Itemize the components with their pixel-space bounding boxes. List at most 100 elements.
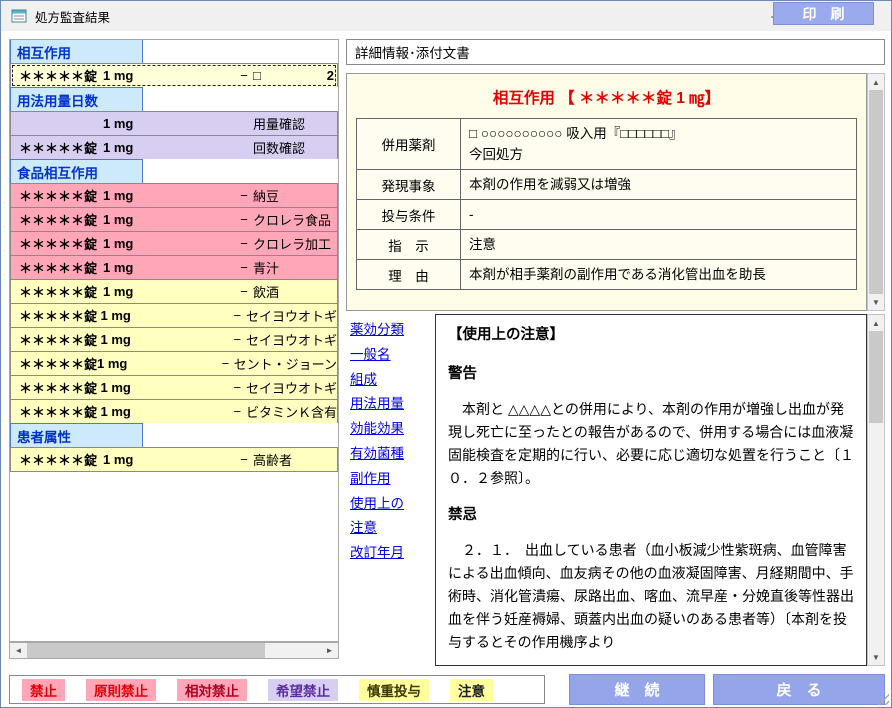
dash-separator: − — [235, 452, 253, 467]
continue-button[interactable]: 継 続 — [569, 674, 705, 705]
doc-link[interactable]: 改訂年月 — [350, 541, 434, 566]
doc-link[interactable]: 使用上の — [350, 492, 434, 517]
detail-row-value: □ ○○○○○○○○○○ 吸入用『□□□□□□』 今回処方 — [461, 119, 856, 169]
document-body: 警告本剤と △△△△との併用により、本剤の作用が増強し出血が発現し死亡に至ったと… — [448, 363, 854, 654]
drug-dose: 1 mg — [103, 260, 235, 275]
drug-name: ＊＊＊＊＊錠 — [11, 210, 103, 229]
row-extra-value: 2 — [327, 68, 337, 83]
result-row[interactable]: ＊＊＊＊＊錠1 mg−クロレラ食品 — [10, 207, 338, 232]
dash-separator: − — [235, 236, 253, 251]
drug-dose: 1 mg — [97, 356, 217, 371]
detail-row-label: 理 由 — [357, 260, 461, 289]
drug-name: ＊＊＊＊＊錠 — [11, 282, 103, 301]
result-row[interactable]: ＊＊＊＊＊錠1 mg−クロレラ加工 — [10, 231, 338, 256]
detail-header-label: 詳細情報･添付文書 — [347, 42, 470, 62]
audit-result-list-panel: 相互作用＊＊＊＊＊錠1 mg−□2用法用量日数1 mg用量確認＊＊＊＊＊錠1 m… — [9, 39, 339, 642]
detail-row: 投与条件- — [356, 199, 857, 230]
detail-row: 発現事象本剤の作用を減弱又は増強 — [356, 169, 857, 200]
drug-dose: 1 mg — [103, 236, 235, 251]
drug-name: ＊＊＊＊＊錠 — [11, 186, 103, 205]
doc-link[interactable]: 薬効分類 — [350, 318, 434, 343]
result-row[interactable]: ＊＊＊＊＊錠1 mg−飲酒 — [10, 279, 338, 304]
section-header-row: 患者属性 — [10, 423, 338, 448]
drug-dose: 1 mg — [100, 380, 228, 395]
interaction-item: 納豆 — [253, 186, 279, 205]
interaction-title: 相互作用 【 ＊＊＊＊＊錠 1 ㎎】 — [356, 86, 857, 108]
legend-chip: 相対禁止 — [177, 679, 247, 701]
document-scroll-thumb[interactable] — [869, 331, 883, 423]
result-row[interactable]: ＊＊＊＊＊錠1 mg−高齢者 — [10, 447, 338, 472]
doc-paragraph: 本剤と △△△△との併用により、本剤の作用が増強し出血が発現し死亡に至ったとの報… — [448, 398, 854, 490]
dash-separator: − — [229, 380, 246, 395]
drug-name: ＊＊＊＊＊錠 — [11, 258, 103, 277]
dash-separator: − — [235, 68, 253, 83]
legend-chip: 禁止 — [22, 679, 65, 701]
doc-link[interactable]: 効能効果 — [350, 417, 434, 442]
doc-paragraph: ２．１． 出血している患者（血小板減少性紫斑病、血管障害による出血傾向、血友病そ… — [448, 539, 854, 654]
scroll-down-icon[interactable]: ▼ — [868, 294, 884, 310]
document-scroll-track[interactable] — [868, 423, 884, 649]
result-row[interactable]: ＊＊＊＊＊錠1 mg−□2 — [10, 63, 338, 88]
scroll-left-icon[interactable]: ◄ — [10, 643, 27, 658]
doc-section-title: 警告 — [448, 363, 854, 386]
detail-scrollbar[interactable]: ▲ ▼ — [867, 73, 885, 311]
section-header-row: 用法用量日数 — [10, 87, 338, 112]
detail-row-label: 発現事象 — [357, 170, 461, 199]
result-row[interactable]: ＊＊＊＊＊錠1 mg−納豆 — [10, 183, 338, 208]
result-row[interactable]: 1 mg用量確認 — [10, 111, 338, 136]
detail-scroll-thumb[interactable] — [869, 90, 883, 294]
scroll-right-icon[interactable]: ► — [321, 643, 338, 658]
section-header: 用法用量日数 — [10, 87, 143, 112]
scroll-down-icon[interactable]: ▼ — [868, 649, 884, 665]
document-scrollbar[interactable]: ▲ ▼ — [867, 314, 885, 666]
result-row[interactable]: ＊＊＊＊＊錠1 mg−ビタミンＫ含有 — [10, 399, 338, 424]
interaction-item: クロレラ食品 — [253, 210, 331, 229]
dash-separator: − — [235, 212, 253, 227]
drug-dose: 1 mg — [103, 140, 235, 155]
app-icon — [11, 8, 27, 24]
dash-separator: − — [229, 404, 246, 419]
result-row[interactable]: ＊＊＊＊＊錠1 mg−セイヨウオトギ — [10, 375, 338, 400]
interaction-item: 青汁 — [253, 258, 279, 277]
dash-separator: − — [235, 188, 253, 203]
drug-dose: 1 mg — [100, 332, 228, 347]
window-title: 処方監査結果 — [35, 7, 110, 26]
detail-row-value: 本剤が相手薬剤の副作用である消化管出血を助長 — [461, 260, 856, 289]
doc-link[interactable]: 注意 — [350, 516, 434, 541]
interaction-item: 高齢者 — [253, 450, 292, 469]
result-row[interactable]: ＊＊＊＊＊錠1 mg−セント・ジョーン — [10, 351, 338, 376]
left-hscrollbar[interactable]: ◄ ► — [9, 642, 339, 659]
interaction-detail-box: 相互作用 【 ＊＊＊＊＊錠 1 ㎎】 併用薬剤□ ○○○○○○○○○○ 吸入用『… — [346, 73, 867, 311]
back-button[interactable]: 戻 る — [713, 674, 885, 705]
drug-dose: 1 mg — [103, 188, 235, 203]
interaction-item: セイヨウオトギ — [246, 330, 337, 349]
result-row[interactable]: ＊＊＊＊＊錠1 mg−セイヨウオトギ — [10, 303, 338, 328]
legend-chip: 希望禁止 — [268, 679, 338, 701]
drug-dose: 1 mg — [103, 116, 235, 131]
doc-link[interactable]: 副作用 — [350, 467, 434, 492]
result-row[interactable]: ＊＊＊＊＊錠1 mg−セイヨウオトギ — [10, 327, 338, 352]
result-row[interactable]: ＊＊＊＊＊錠1 mg−青汁 — [10, 255, 338, 280]
doc-link[interactable]: 用法用量 — [350, 392, 434, 417]
drug-dose: 1 mg — [103, 212, 235, 227]
detail-header-bar: 詳細情報･添付文書 — [346, 39, 885, 65]
doc-link[interactable]: 一般名 — [350, 343, 434, 368]
doc-link[interactable]: 組成 — [350, 368, 434, 393]
hscroll-thumb[interactable] — [27, 643, 265, 658]
title-bar: 処方監査結果 ─ □ ✕ — [1, 1, 891, 31]
dash-separator: − — [229, 332, 246, 347]
scroll-up-icon[interactable]: ▲ — [868, 74, 884, 90]
hscroll-track[interactable] — [265, 643, 321, 658]
result-row[interactable]: ＊＊＊＊＊錠1 mg回数確認 — [10, 135, 338, 160]
legend-chip: 原則禁止 — [86, 679, 156, 701]
doc-links: 薬効分類一般名組成用法用量効能効果有効菌種副作用使用上の注意改訂年月 — [350, 318, 434, 566]
drug-dose: 1 mg — [100, 308, 228, 323]
section-header: 食品相互作用 — [10, 159, 143, 184]
package-insert-document: 【使用上の注意】 警告本剤と △△△△との併用により、本剤の作用が増強し出血が発… — [435, 314, 867, 666]
interaction-item: ビタミンＫ含有 — [246, 402, 337, 421]
dash-separator: − — [235, 284, 253, 299]
scroll-up-icon[interactable]: ▲ — [868, 315, 884, 331]
interaction-item: セイヨウオトギ — [246, 378, 337, 397]
print-button[interactable]: 印 刷 — [773, 2, 874, 25]
doc-link[interactable]: 有効菌種 — [350, 442, 434, 467]
